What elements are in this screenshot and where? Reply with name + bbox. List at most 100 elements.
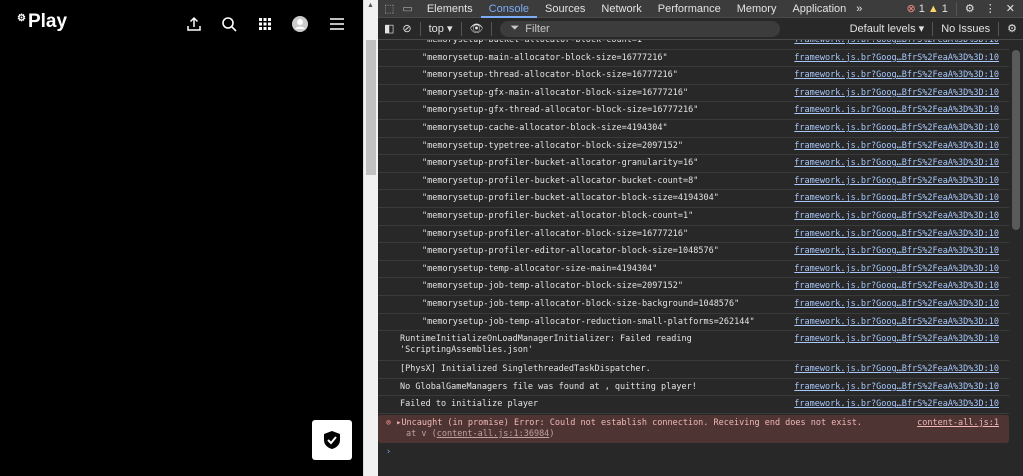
close-icon[interactable]: ✕	[1006, 2, 1015, 15]
source-link[interactable]: framework.js.br?Goog…BfrS%2FeaA%3D%3D:10	[794, 211, 999, 225]
source-link[interactable]: framework.js.br?Goog…BfrS%2FeaA%3D%3D:10	[794, 141, 999, 155]
logo-icon: ⚙	[17, 12, 26, 24]
warning-count: 1	[941, 2, 948, 15]
console-message: "memorysetup-profiler-editor-allocator-b…	[378, 243, 1009, 261]
source-link[interactable]: framework.js.br?Goog…BfrS%2FeaA%3D%3D:10	[794, 334, 999, 360]
console-message: "memorysetup-thread-allocator-block-size…	[378, 67, 1009, 85]
tab-console[interactable]: Console	[480, 0, 538, 18]
stack-link[interactable]: content-all.js:1:36984	[437, 429, 550, 439]
shield-button[interactable]	[312, 420, 352, 460]
console-message: "memorysetup-main-allocator-block-size=1…	[378, 50, 1009, 68]
scroll-up-icon[interactable]: ▲	[367, 2, 374, 9]
message-text: "memorysetup-typetree-allocator-block-si…	[422, 140, 683, 151]
issue-counters[interactable]: ⊗ 1 ▲ 1	[906, 2, 948, 16]
sidebar-toggle-icon[interactable]: ◧	[384, 22, 394, 35]
console-settings-icon[interactable]: ⚙	[1007, 22, 1017, 35]
share-icon[interactable]	[184, 14, 204, 34]
source-link[interactable]: framework.js.br?Goog…BfrS%2FeaA%3D%3D:10	[794, 364, 999, 378]
source-link[interactable]: framework.js.br?Goog…BfrS%2FeaA%3D%3D:10	[794, 399, 999, 413]
menu-icon[interactable]	[327, 14, 347, 34]
error-count: 1	[918, 2, 925, 15]
device-toggle-icon[interactable]: ▭	[402, 2, 412, 15]
error-icon: ⊗	[386, 417, 392, 428]
message-text: "memorysetup-gfx-main-allocator-block-si…	[422, 87, 689, 98]
console-message: Failed to initialize player framework.js.…	[378, 396, 1009, 414]
shield-check-icon	[324, 431, 340, 449]
message-text: "memorysetup-profiler-bucket-allocator-g…	[422, 158, 699, 169]
error-source-link[interactable]: content-all.js:1	[917, 418, 999, 443]
clear-console-icon[interactable]: ⊘	[402, 22, 411, 35]
message-text: "memorysetup-gfx-thread-allocator-block-…	[422, 105, 699, 116]
console-message: RuntimeInitializeOnLoadManagerInitialize…	[378, 331, 1009, 362]
tab-sources[interactable]: Sources	[537, 0, 593, 18]
message-text: "memorysetup-cache-allocator-block-size=…	[422, 122, 668, 133]
console-message: No GlobalGameManagers file was found at …	[378, 379, 1009, 397]
console-prompt[interactable]: ›	[378, 444, 1009, 462]
console-message: "memorysetup-profiler-bucket-allocator-b…	[378, 190, 1009, 208]
filter-icon: ⏷	[510, 22, 520, 34]
apps-grid-icon[interactable]	[255, 14, 275, 34]
console-message: "memorysetup-profiler-allocator-block-si…	[378, 226, 1009, 244]
search-icon[interactable]	[219, 14, 239, 34]
more-tabs-icon[interactable]: »	[856, 3, 862, 15]
log-levels-select[interactable]: Default levels ▾	[850, 22, 925, 35]
source-link[interactable]: framework.js.br?Goog…BfrS%2FeaA%3D%3D:10	[794, 281, 999, 295]
tab-elements[interactable]: Elements	[419, 0, 481, 18]
message-text: [PhysX] Initialized SinglethreadedTaskDi…	[400, 364, 651, 375]
source-link[interactable]: framework.js.br?Goog…BfrS%2FeaA%3D%3D:10	[794, 299, 999, 313]
error-message: ⊗ ▸Uncaught (in promise) Error: Could no…	[378, 414, 1009, 443]
context-select[interactable]: top ▾	[429, 22, 453, 35]
message-text: "memorysetup-job-temp-allocator-reductio…	[422, 316, 755, 327]
play-logo[interactable]: ⚙ Play	[17, 11, 67, 33]
more-options-icon[interactable]: ⋮	[985, 2, 996, 15]
console-message: "memorysetup-profiler-bucket-allocator-b…	[378, 173, 1009, 191]
error-icon: ⊗	[906, 3, 916, 15]
console-scrollbar[interactable]	[1009, 40, 1023, 476]
console-message: "memorysetup-job-temp-allocator-block-si…	[378, 278, 1009, 296]
tab-performance[interactable]: Performance	[650, 0, 729, 18]
source-link[interactable]: framework.js.br?Goog…BfrS%2FeaA%3D%3D:10	[794, 317, 999, 331]
console-message: "memorysetup-cache-allocator-block-size=…	[378, 120, 1009, 138]
source-link[interactable]: framework.js.br?Goog…BfrS%2FeaA%3D%3D:10	[794, 229, 999, 243]
message-text: "memorysetup-job-temp-allocator-block-si…	[422, 298, 740, 309]
stack-prefix: at v (	[406, 428, 437, 439]
message-text: "memorysetup-job-temp-allocator-block-si…	[422, 281, 683, 292]
message-text: RuntimeInitializeOnLoadManagerInitialize…	[400, 334, 692, 356]
message-text: No GlobalGameManagers file was found at …	[400, 381, 697, 392]
console-message: "memorysetup-profiler-bucket-allocator-g…	[378, 155, 1009, 173]
source-link[interactable]: framework.js.br?Goog…BfrS%2FeaA%3D%3D:10	[794, 70, 999, 84]
inspect-icon[interactable]: ⬚	[384, 2, 394, 15]
message-text: "memorysetup-profiler-bucket-allocator-b…	[422, 193, 719, 204]
tab-memory[interactable]: Memory	[729, 0, 785, 18]
source-link[interactable]: framework.js.br?Goog…BfrS%2FeaA%3D%3D:10	[794, 53, 999, 67]
live-expression-icon[interactable]: 👁	[470, 22, 484, 35]
source-link[interactable]: framework.js.br?Goog…BfrS%2FeaA%3D%3D:10	[794, 193, 999, 207]
scrollbar-thumb[interactable]	[366, 40, 376, 175]
message-text: "memorysetup-profiler-bucket-allocator-b…	[422, 175, 699, 186]
issues-button[interactable]: No Issues	[941, 23, 990, 35]
source-link[interactable]: framework.js.br?Goog…BfrS%2FeaA%3D%3D:10	[794, 176, 999, 190]
source-link[interactable]: framework.js.br?Goog…BfrS%2FeaA%3D%3D:10	[794, 105, 999, 119]
console-message: "memorysetup-job-temp-allocator-reductio…	[378, 314, 1009, 332]
avatar[interactable]	[290, 14, 310, 34]
source-link[interactable]: framework.js.br?Goog…BfrS%2FeaA%3D%3D:10	[794, 123, 999, 137]
console-scrollbar-thumb[interactable]	[1012, 50, 1020, 230]
source-link[interactable]: framework.js.br?Goog…BfrS%2FeaA%3D%3D:10	[794, 382, 999, 396]
source-link[interactable]: framework.js.br?Goog…BfrS%2FeaA%3D%3D:10	[794, 246, 999, 260]
message-text: "memorysetup-profiler-editor-allocator-b…	[422, 246, 719, 257]
console-message: [PhysX] Initialized SinglethreadedTaskDi…	[378, 361, 1009, 379]
settings-icon[interactable]: ⚙	[965, 2, 975, 15]
tab-network[interactable]: Network	[593, 0, 649, 18]
source-link[interactable]: framework.js.br?Goog…BfrS%2FeaA%3D%3D:10	[794, 264, 999, 278]
message-text: Failed to initialize player	[400, 399, 539, 410]
devtools-panel: "memorysetup-bucket-allocator-block-coun…	[378, 0, 1023, 476]
source-link[interactable]: framework.js.br?Goog…BfrS%2FeaA%3D%3D:10	[794, 88, 999, 102]
source-link[interactable]: framework.js.br?Goog…BfrS%2FeaA%3D%3D:10	[794, 158, 999, 172]
filter-input[interactable]: ⏷ Filter	[500, 20, 781, 37]
console-message: "memorysetup-gfx-thread-allocator-block-…	[378, 102, 1009, 120]
page-scrollbar[interactable]: ▲	[363, 0, 378, 476]
console-message: "memorysetup-job-temp-allocator-block-si…	[378, 296, 1009, 314]
filter-placeholder: Filter	[525, 22, 550, 35]
tab-application[interactable]: Application	[784, 0, 854, 18]
console-message: "memorysetup-typetree-allocator-block-si…	[378, 138, 1009, 156]
